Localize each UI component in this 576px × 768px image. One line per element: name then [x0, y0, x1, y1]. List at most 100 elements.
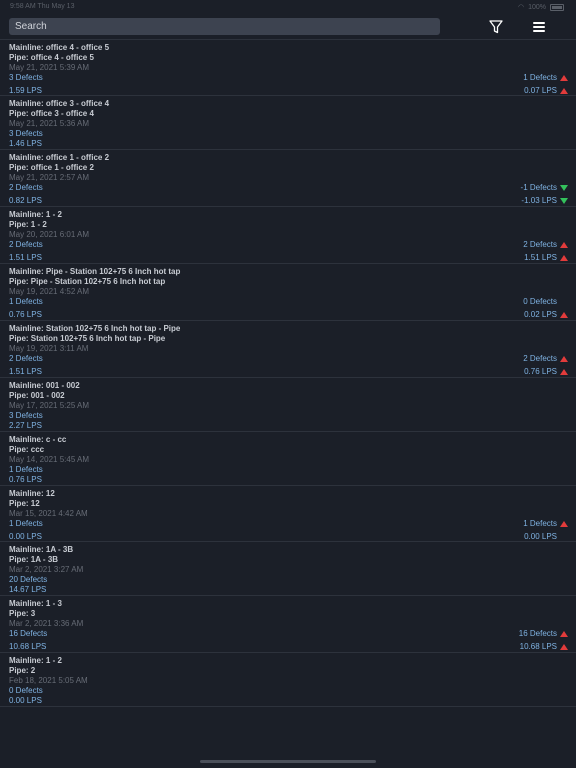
delta-lps-text: 0.07 LPS	[524, 86, 557, 95]
delta-lps: 0.76 LPS	[524, 367, 568, 377]
lps-value: 10.68 LPS	[9, 642, 47, 651]
trend-up-icon	[560, 369, 568, 375]
delta-defects: 2 Defects	[523, 354, 568, 364]
list-item[interactable]: Mainline: office 4 - office 5 Pipe: offic…	[0, 40, 576, 96]
inspection-date: May 14, 2021 5:45 AM	[9, 455, 90, 464]
delta-defects-text: 0 Defects	[523, 297, 557, 306]
delta-defects: 0 Defects	[523, 297, 568, 307]
inspection-date: Mar 2, 2021 3:36 AM	[9, 619, 84, 628]
delta-defects-text: 2 Defects	[523, 354, 557, 363]
trend-down-icon	[560, 185, 568, 191]
delta-lps-text: 1.51 LPS	[524, 253, 557, 262]
hamburger-menu-icon[interactable]	[531, 20, 547, 34]
defects-count: 20 Defects	[9, 575, 48, 584]
pipe-label: Pipe: 001 - 002	[9, 391, 65, 400]
list-item[interactable]: Mainline: 1 - 2 Pipe: 1 - 2 May 20, 2021 6…	[0, 207, 576, 264]
inspection-date: May 17, 2021 5:25 AM	[9, 401, 90, 410]
mainline-label: Mainline: 12	[9, 489, 55, 498]
lps-value: 0.00 LPS	[9, 532, 42, 541]
list-item[interactable]: Mainline: 1 - 3 Pipe: 3 Mar 2, 2021 3:36 A…	[0, 596, 576, 653]
defects-count: 0 Defects	[9, 686, 43, 695]
lps-value: 0.82 LPS	[9, 196, 42, 205]
defects-count: 2 Defects	[9, 240, 43, 249]
pipe-label: Pipe: ccc	[9, 445, 45, 454]
wifi-icon: ◠	[517, 4, 525, 11]
status-right: ◠ 100%	[518, 3, 564, 11]
list-item[interactable]: Mainline: 1A - 3B Pipe: 1A - 3B Mar 2, 202…	[0, 542, 576, 596]
delta-lps: -1.03 LPS	[521, 196, 568, 206]
pipe-label: Pipe: 2	[9, 666, 36, 675]
search-input[interactable]: Search	[9, 18, 440, 35]
mainline-label: Mainline: 001 - 002	[9, 381, 80, 390]
battery-percent: 100%	[528, 3, 546, 11]
mainline-label: Mainline: office 3 - office 4	[9, 99, 110, 108]
list-item[interactable]: Mainline: 1 - 2 Pipe: 2 Feb 18, 2021 5:05 …	[0, 653, 576, 707]
pipe-label: Pipe: Station 102+75 6 Inch hot tap - Pi…	[9, 334, 166, 343]
mainline-label: Mainline: 1 - 2	[9, 210, 62, 219]
delta-lps-text: -1.03 LPS	[521, 196, 557, 205]
defects-count: 2 Defects	[9, 183, 43, 192]
pipe-inspection-list: Mainline: office 4 - office 5 Pipe: offic…	[0, 39, 576, 707]
inspection-date: May 21, 2021 2:57 AM	[9, 173, 90, 182]
delta-lps: 0.00 LPS	[524, 532, 568, 542]
lps-value: 0.00 LPS	[9, 696, 42, 705]
trend-up-icon	[560, 521, 568, 527]
lps-value: 2.27 LPS	[9, 421, 42, 430]
delta-defects-text: -1 Defects	[520, 183, 557, 192]
pipe-label: Pipe: office 4 - office 5	[9, 53, 94, 62]
list-item[interactable]: Mainline: Pipe - Station 102+75 6 Inch h…	[0, 264, 576, 321]
delta-defects-text: 1 Defects	[523, 73, 557, 82]
delta-defects: 1 Defects	[523, 73, 568, 83]
defects-count: 1 Defects	[9, 519, 43, 528]
pipe-label: Pipe: office 1 - office 2	[9, 163, 94, 172]
trend-up-icon	[560, 75, 568, 81]
mainline-label: Mainline: 1A - 3B	[9, 545, 74, 554]
defects-count: 1 Defects	[9, 297, 43, 306]
mainline-label: Mainline: office 1 - office 2	[9, 153, 110, 162]
delta-defects-text: 16 Defects	[518, 629, 557, 638]
trend-down-icon	[560, 198, 568, 204]
inspection-date: Mar 15, 2021 4:42 AM	[9, 509, 88, 518]
lps-value: 1.59 LPS	[9, 86, 42, 95]
pipe-label: Pipe: 12	[9, 499, 40, 508]
defects-count: 3 Defects	[9, 129, 43, 138]
list-item[interactable]: Mainline: office 3 - office 4 Pipe: offic…	[0, 96, 576, 150]
defects-count: 3 Defects	[9, 411, 43, 420]
inspection-date: May 20, 2021 6:01 AM	[9, 230, 90, 239]
status-time: 9:58 AM Thu May 13	[10, 3, 75, 10]
trend-up-icon	[560, 88, 568, 94]
list-item[interactable]: Mainline: office 1 - office 2 Pipe: offic…	[0, 150, 576, 207]
delta-defects: 1 Defects	[523, 519, 568, 529]
inspection-date: Feb 18, 2021 5:05 AM	[9, 676, 88, 685]
mainline-label: Mainline: office 4 - office 5	[9, 43, 110, 52]
pipe-label: Pipe: 1A - 3B	[9, 555, 59, 564]
delta-defects-text: 1 Defects	[523, 519, 557, 528]
pipe-label: Pipe: Pipe - Station 102+75 6 Inch hot t…	[9, 277, 166, 286]
lps-value: 1.51 LPS	[9, 253, 42, 262]
delta-lps: 0.02 LPS	[524, 310, 568, 320]
inspection-date: May 19, 2021 3:11 AM	[9, 344, 89, 353]
mainline-label: Mainline: 1 - 3	[9, 599, 62, 608]
inspection-date: May 19, 2021 4:52 AM	[9, 287, 90, 296]
filter-icon[interactable]	[488, 19, 504, 35]
delta-lps: 0.07 LPS	[524, 86, 568, 96]
list-item[interactable]: Mainline: c - cc Pipe: ccc May 14, 2021 5:…	[0, 432, 576, 486]
list-item[interactable]: Mainline: 12 Pipe: 12 Mar 15, 2021 4:42 AM…	[0, 486, 576, 542]
list-item[interactable]: Mainline: 001 - 002 Pipe: 001 - 002 May 17…	[0, 378, 576, 432]
mainline-label: Mainline: Station 102+75 6 Inch hot tap …	[9, 324, 181, 333]
trend-up-icon	[560, 644, 568, 650]
mainline-label: Mainline: c - cc	[9, 435, 67, 444]
status-bar: 9:58 AM Thu May 13 ◠ 100%	[0, 0, 576, 12]
pipe-label: Pipe: office 3 - office 4	[9, 109, 94, 118]
inspection-date: Mar 2, 2021 3:27 AM	[9, 565, 84, 574]
delta-defects: 16 Defects	[519, 629, 568, 639]
delta-lps: 1.51 LPS	[524, 253, 568, 263]
trend-up-icon	[560, 312, 568, 318]
list-item[interactable]: Mainline: Station 102+75 6 Inch hot tap …	[0, 321, 576, 378]
defects-count: 16 Defects	[9, 629, 48, 638]
delta-lps-text: 0.02 LPS	[524, 310, 557, 319]
defects-count: 2 Defects	[9, 354, 43, 363]
battery-icon	[550, 3, 564, 11]
delta-lps-text: 0.76 LPS	[524, 367, 557, 376]
trend-up-icon	[560, 631, 568, 637]
